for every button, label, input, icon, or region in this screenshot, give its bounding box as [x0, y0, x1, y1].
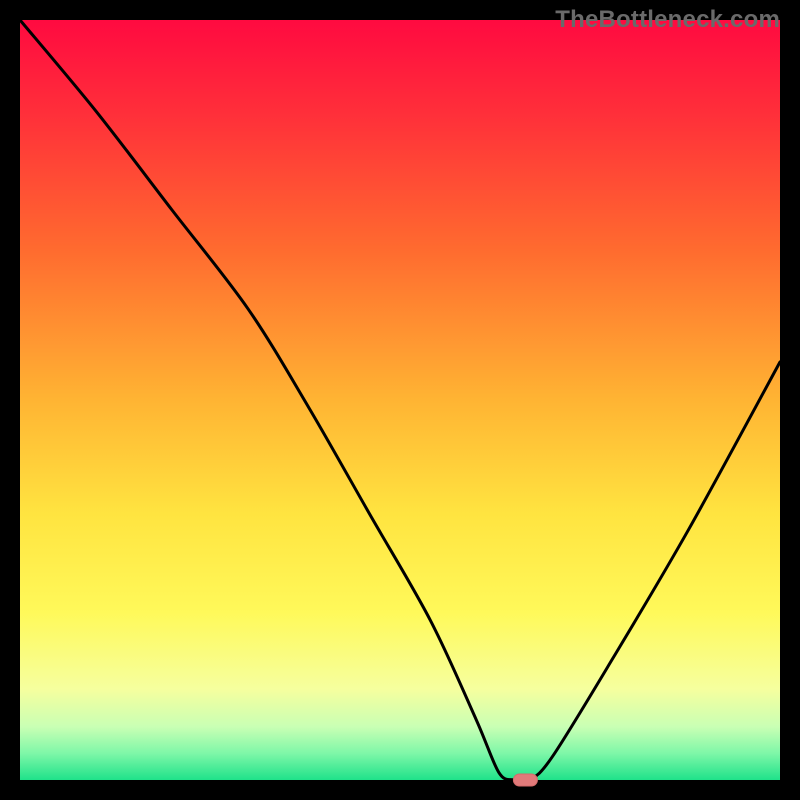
- watermark-text: TheBottleneck.com: [555, 6, 780, 34]
- optimal-marker: [513, 774, 537, 786]
- chart-svg: [0, 0, 800, 800]
- plot-background: [20, 20, 780, 780]
- bottleneck-chart: TheBottleneck.com: [0, 0, 800, 800]
